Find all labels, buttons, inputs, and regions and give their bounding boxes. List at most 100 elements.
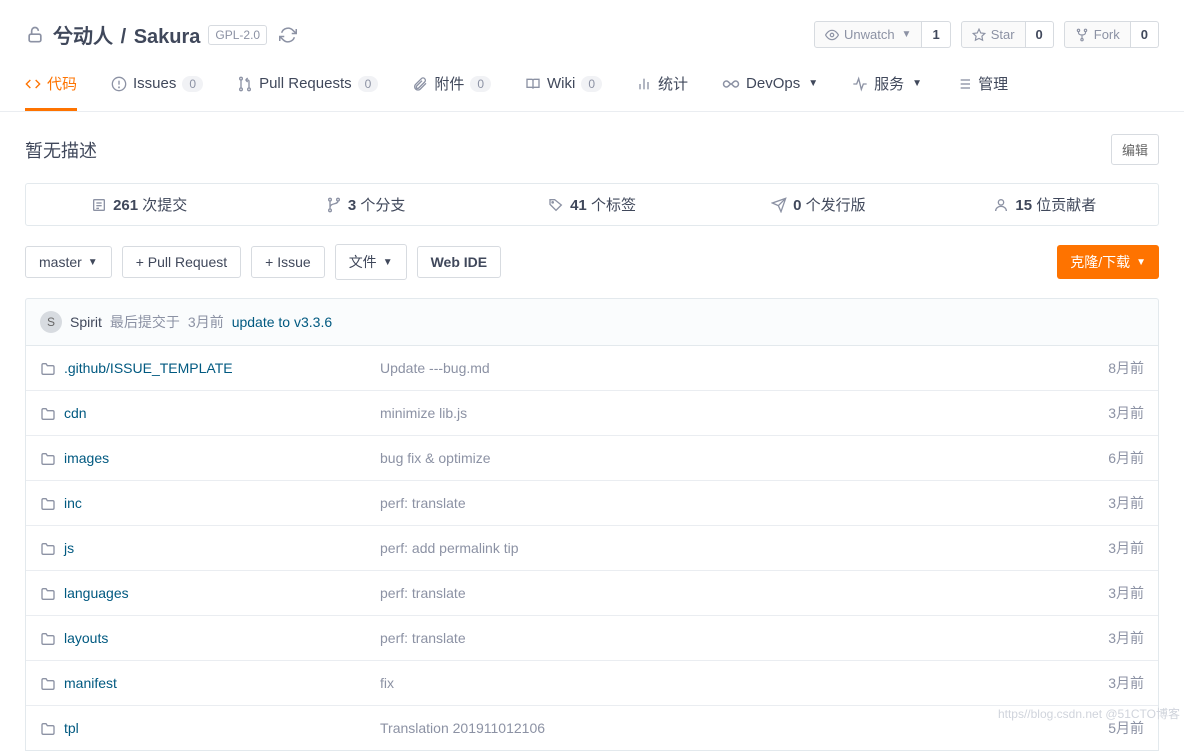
file-name-cell: js: [40, 539, 380, 556]
file-link[interactable]: manifest: [64, 675, 117, 691]
clone-label: 克隆/下载: [1070, 252, 1130, 272]
repo-link[interactable]: Sakura: [134, 26, 201, 48]
pr-button[interactable]: + Pull Request: [122, 246, 241, 278]
file-row: tplTranslation 2019110121065月前: [26, 706, 1158, 750]
file-time: 8月前: [1108, 358, 1144, 378]
edit-button[interactable]: 编辑: [1111, 134, 1159, 165]
file-link[interactable]: tpl: [64, 720, 79, 736]
clone-button[interactable]: 克隆/下载 ▼: [1057, 245, 1159, 279]
sync-button[interactable]: [275, 21, 301, 47]
last-commit-row: S Spirit 最后提交于 3月前 update to v3.3.6: [25, 298, 1159, 346]
user-icon: [993, 197, 1009, 213]
branch-label: master: [39, 254, 82, 270]
tab-devops[interactable]: DevOps ▼: [722, 73, 818, 111]
file-time: 3月前: [1108, 493, 1144, 513]
file-row: images bug fix & optimize6月前: [26, 436, 1158, 481]
avatar[interactable]: S: [40, 311, 62, 333]
tab-pulls-label: Pull Requests: [259, 75, 352, 92]
repo-stats: 261 次提交 3 个分支 41 个标签 0 个发行版 15 位贡献者: [25, 183, 1159, 226]
issue-icon: [111, 76, 127, 92]
file-link[interactable]: inc: [64, 495, 82, 511]
book-icon: [525, 76, 541, 92]
file-msg[interactable]: perf: add permalink tip: [380, 540, 1108, 556]
license-badge[interactable]: GPL-2.0: [208, 25, 267, 45]
list-icon: [956, 76, 972, 92]
file-row: layoutsperf: translate3月前: [26, 616, 1158, 661]
repo-header: 兮动人 / Sakura GPL-2.0 Unwatch ▼ 1 Star 0: [0, 0, 1184, 49]
unwatch-button[interactable]: Unwatch ▼: [814, 21, 922, 48]
file-msg[interactable]: Translation 201911012106: [380, 720, 1108, 736]
file-link[interactable]: .github/ISSUE_TEMPLATE: [64, 360, 233, 376]
tab-service[interactable]: 服务 ▼: [852, 73, 922, 111]
stat-commits[interactable]: 261 次提交: [26, 184, 252, 225]
tab-stats[interactable]: 统计: [636, 73, 688, 111]
tab-code[interactable]: 代码: [25, 73, 77, 111]
folder-icon: [40, 494, 56, 511]
commits-label: 次提交: [142, 197, 187, 214]
owner-link[interactable]: 兮动人: [53, 26, 113, 48]
webide-button[interactable]: Web IDE: [417, 246, 502, 278]
repo-title[interactable]: 兮动人 / Sakura: [53, 20, 200, 49]
releases-label: 个发行版: [806, 197, 866, 214]
stat-releases[interactable]: 0 个发行版: [705, 184, 931, 225]
file-time: 3月前: [1108, 673, 1144, 693]
star-button[interactable]: Star: [961, 21, 1026, 48]
branches-num: 3: [348, 197, 356, 214]
file-name-cell: images: [40, 449, 380, 466]
file-link[interactable]: images: [64, 450, 109, 466]
file-time: 3月前: [1108, 403, 1144, 423]
file-row: inc perf: translate3月前: [26, 481, 1158, 526]
issue-button[interactable]: + Issue: [251, 246, 325, 278]
chart-icon: [636, 76, 652, 92]
description-row: 暂无描述 编辑: [0, 112, 1184, 183]
tab-service-label: 服务: [874, 73, 904, 94]
stat-contribs[interactable]: 15 位贡献者: [932, 184, 1158, 225]
stat-tags[interactable]: 41 个标签: [479, 184, 705, 225]
slash: /: [121, 26, 127, 48]
branch-icon: [326, 197, 342, 213]
star-count[interactable]: 0: [1026, 21, 1054, 48]
file-row: .github/ISSUE_TEMPLATE Update ---bug.md8月…: [26, 346, 1158, 391]
file-link[interactable]: cdn: [64, 405, 87, 421]
commit-author[interactable]: Spirit: [70, 314, 102, 330]
commit-msg[interactable]: update to v3.3.6: [232, 314, 332, 330]
commit-time: 3月前: [188, 312, 224, 332]
caret-icon: ▼: [808, 78, 818, 89]
tab-pulls[interactable]: Pull Requests 0: [237, 73, 378, 111]
file-link[interactable]: layouts: [64, 630, 108, 646]
code-icon: [25, 76, 41, 92]
tab-wiki[interactable]: Wiki 0: [525, 73, 602, 111]
file-msg[interactable]: Update ---bug.md: [380, 360, 1108, 376]
tab-attach[interactable]: 附件 0: [412, 73, 491, 111]
commits-num: 261: [113, 197, 138, 214]
tab-manage[interactable]: 管理: [956, 73, 1008, 111]
stat-branches[interactable]: 3 个分支: [252, 184, 478, 225]
watch-count[interactable]: 1: [922, 21, 950, 48]
file-msg[interactable]: perf: translate: [380, 630, 1108, 646]
file-link[interactable]: languages: [64, 585, 129, 601]
file-time: 6月前: [1108, 448, 1144, 468]
unwatch-label: Unwatch: [844, 27, 895, 42]
star-group: Star 0: [961, 21, 1054, 48]
tags-label: 个标签: [591, 197, 636, 214]
file-msg[interactable]: bug fix & optimize: [380, 450, 1108, 466]
fork-count[interactable]: 0: [1131, 21, 1159, 48]
tab-issues[interactable]: Issues 0: [111, 73, 203, 111]
branches-label: 个分支: [360, 197, 405, 214]
file-msg[interactable]: perf: translate: [380, 495, 1108, 511]
folder-icon: [40, 539, 56, 556]
tags-num: 41: [570, 197, 587, 214]
file-link[interactable]: js: [64, 540, 74, 556]
pulls-count: 0: [358, 76, 379, 92]
file-msg[interactable]: fix: [380, 675, 1108, 691]
file-button[interactable]: 文件 ▼: [335, 244, 407, 280]
branch-selector[interactable]: master ▼: [25, 246, 112, 278]
file-list: .github/ISSUE_TEMPLATE Update ---bug.md8月…: [25, 346, 1159, 751]
toolbar: master ▼ + Pull Request + Issue 文件 ▼ Web…: [0, 226, 1184, 298]
fork-button[interactable]: Fork: [1064, 21, 1131, 48]
file-msg[interactable]: minimize lib.js: [380, 405, 1108, 421]
fork-group: Fork 0: [1064, 21, 1159, 48]
watermark: https//blog.csdn.net @51CTO博客: [998, 705, 1180, 722]
file-msg[interactable]: perf: translate: [380, 585, 1108, 601]
releases-num: 0: [793, 197, 801, 214]
